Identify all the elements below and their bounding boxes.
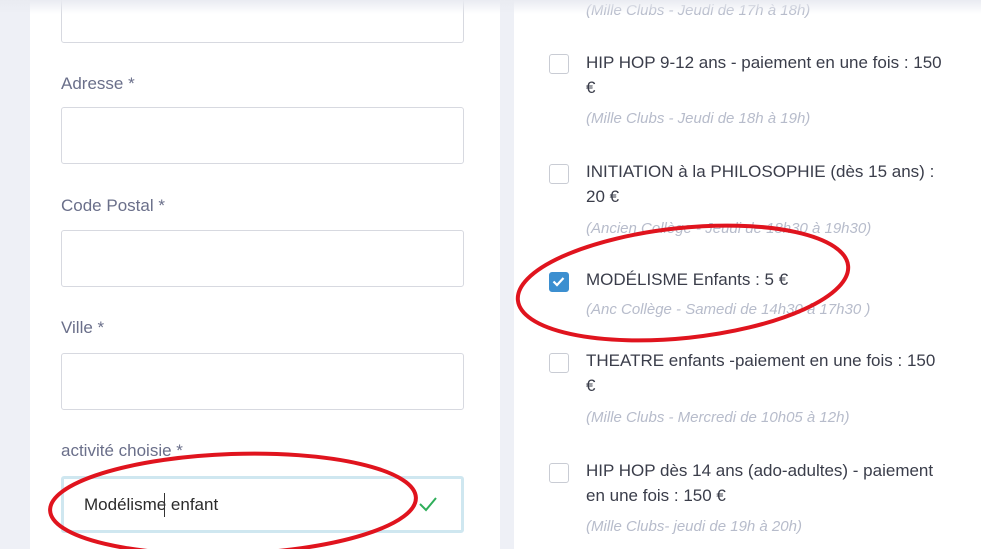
- activity-subtitle: (Ancien Collège - Jeudi de 18h30 à 19h30…: [586, 220, 872, 237]
- activity-input[interactable]: Modélisme enfant: [61, 476, 464, 533]
- activity-title: MODÉLISME Enfants : 5 €: [586, 270, 789, 289]
- activity-checkbox[interactable]: [549, 353, 569, 373]
- city-input[interactable]: [61, 353, 464, 410]
- previous-field[interactable]: [61, 0, 464, 43]
- activity-checkbox[interactable]: [549, 463, 569, 483]
- activity-title: INITIATION à la PHILOSOPHIE (dès 15 ans)…: [586, 162, 935, 206]
- activity-subtitle: (Mille Clubs - Jeudi de 18h à 19h): [586, 110, 811, 127]
- checkmark-icon: [552, 277, 565, 287]
- postal-code-label: Code Postal *: [61, 196, 165, 215]
- activity-subtitle: (Mille Clubs- jeudi de 19h à 20h): [586, 518, 802, 535]
- valid-check-icon: [419, 497, 437, 512]
- postal-code-input[interactable]: [61, 230, 464, 287]
- address-label: Adresse *: [61, 74, 135, 93]
- activity-subtitle: (Mille Clubs - Mercredi de 10h05 à 12h): [586, 409, 850, 426]
- activity-title: HIP HOP 9-12 ans - paiement en une fois …: [586, 53, 942, 97]
- activity-checkbox-checked[interactable]: [549, 272, 569, 292]
- text-caret: [164, 493, 165, 517]
- activity-title: THEATRE enfants -paiement en une fois : …: [586, 351, 936, 395]
- activity-title: HIP HOP dès 14 ans (ado-adultes) - paiem…: [586, 461, 934, 505]
- activity-checkbox[interactable]: [549, 54, 569, 74]
- activity-subtitle: (Mille Clubs - Jeudi de 17h à 18h): [586, 2, 811, 19]
- activity-subtitle: (Anc Collège - Samedi de 14h30 à 17h30 ): [586, 301, 871, 318]
- activity-label: activité choisie *: [61, 441, 183, 460]
- activity-checkbox[interactable]: [549, 164, 569, 184]
- activity-value: Modélisme enfant: [84, 495, 219, 514]
- city-label: Ville *: [61, 318, 105, 337]
- address-input[interactable]: [61, 107, 464, 164]
